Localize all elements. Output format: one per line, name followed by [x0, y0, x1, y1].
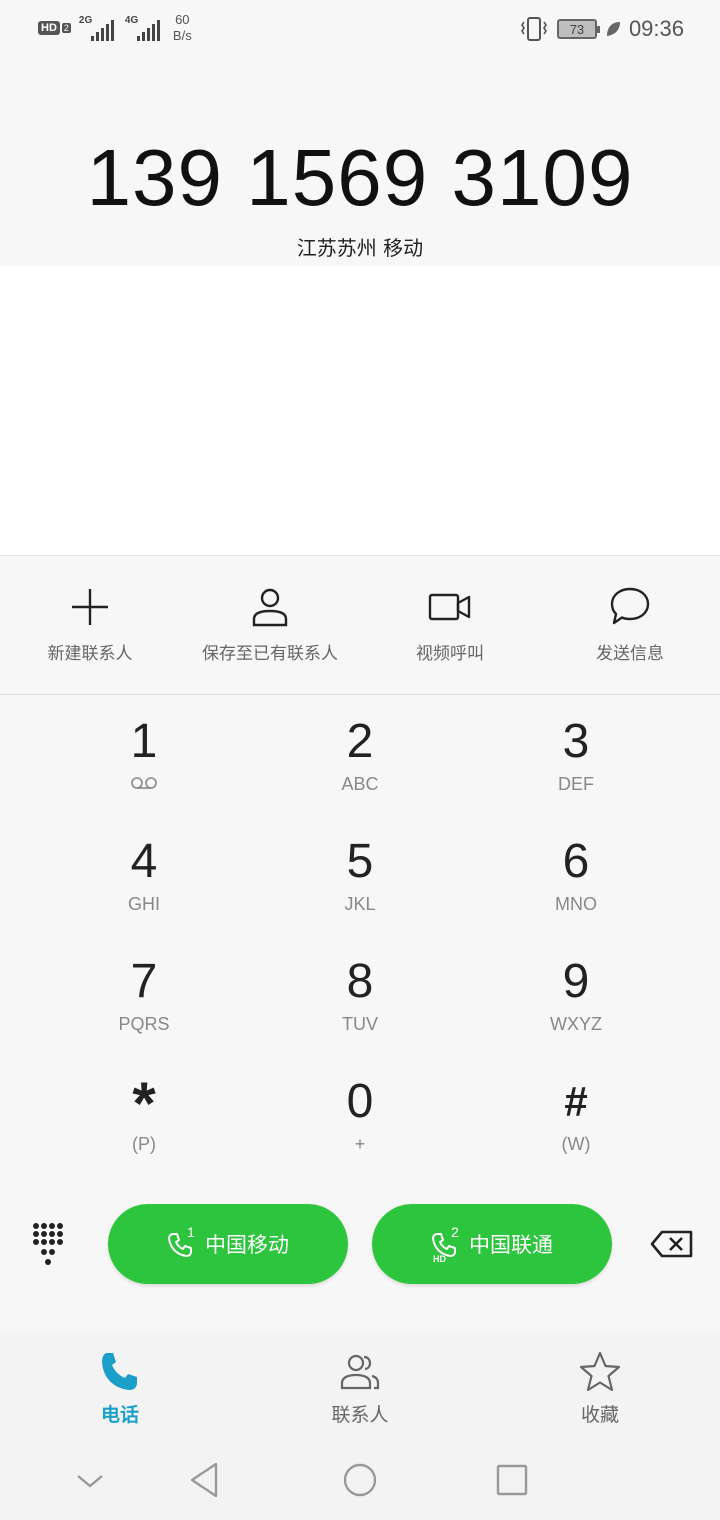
status-bar: HD 2 2G 4G 60 B/s 73 09:36 — [0, 0, 720, 64]
star-icon — [579, 1351, 621, 1392]
recents-icon[interactable] — [490, 1458, 534, 1502]
dialpad-toggle-icon[interactable] — [32, 1222, 64, 1266]
video-icon — [428, 593, 471, 621]
phone-icon — [102, 1353, 137, 1390]
key-letters: (P) — [132, 1134, 156, 1154]
network-speed: 60 B/s — [173, 12, 192, 44]
key-digit: # — [564, 1078, 588, 1125]
key-hash[interactable]: # (W) — [468, 1056, 684, 1176]
video-call-label: 视频呼叫 — [416, 644, 484, 664]
call-sim2-label: 中国联通 — [469, 1233, 553, 1257]
sim2-hd-label: HD — [433, 1254, 446, 1264]
hd-sim-number: 2 — [61, 23, 71, 33]
message-icon — [610, 587, 650, 625]
quick-actions: 新建联系人 保存至已有联系人 视频呼叫 发送信息 — [0, 557, 720, 695]
network-speed-unit: B/s — [172, 28, 192, 43]
key-letters: WXYZ — [550, 1014, 602, 1034]
hd-label: HD — [38, 21, 60, 35]
backspace-icon[interactable] — [650, 1230, 694, 1258]
tab-phone-label: 电话 — [100, 1404, 139, 1426]
key-2[interactable]: 2 ABC — [252, 696, 468, 816]
key-digit: 9 — [562, 955, 590, 1008]
number-display: 139 1569 3109 江苏苏州 移动 — [0, 64, 720, 266]
save-to-existing-contact-button[interactable]: 保存至已有联系人 — [180, 557, 360, 695]
key-8[interactable]: 8 TUV — [252, 936, 468, 1056]
key-4[interactable]: 4 GHI — [36, 816, 252, 936]
tab-phone[interactable]: 电话 — [0, 1332, 240, 1444]
back-icon[interactable] — [184, 1458, 228, 1502]
status-bar-left: HD 2 2G 4G 60 B/s — [38, 12, 192, 44]
key-digit: 7 — [130, 955, 158, 1008]
call-sim2-button[interactable]: 2 HD 中国联通 — [372, 1204, 612, 1284]
sim2-index: 2 — [451, 1224, 459, 1240]
key-star[interactable]: * (P) — [36, 1056, 252, 1176]
person-icon — [252, 588, 288, 627]
key-digit: 1 — [130, 715, 158, 768]
chevron-down-icon[interactable] — [68, 1458, 112, 1502]
call-sim2-icon: 2 HD — [431, 1224, 465, 1264]
call-sim1-label: 中国移动 — [205, 1233, 289, 1257]
key-digit: 4 — [130, 835, 158, 888]
key-letters: JKL — [344, 894, 376, 914]
suggestions-area — [0, 266, 720, 556]
home-icon[interactable] — [338, 1458, 382, 1502]
key-digit: 3 — [562, 715, 590, 768]
dialed-number[interactable]: 139 1569 3109 — [0, 132, 720, 224]
tab-contacts-label: 联系人 — [331, 1404, 389, 1426]
tab-contacts[interactable]: 联系人 — [240, 1332, 480, 1444]
dial-keypad: 1 2 ABC 3 DEF 4 GHI 5 JKL 6 MNO 7 PQRS 8… — [0, 696, 720, 1176]
call-sim1-button[interactable]: 1 中国移动 — [108, 1204, 348, 1284]
battery-icon: 73 — [556, 19, 600, 39]
new-contact-label: 新建联系人 — [47, 644, 133, 664]
status-clock: 09:36 — [628, 16, 684, 41]
status-bar-right: 73 09:36 — [519, 16, 684, 42]
new-contact-button[interactable]: 新建联系人 — [0, 557, 180, 695]
tab-favorites[interactable]: 收藏 — [480, 1332, 720, 1444]
key-0[interactable]: 0 + — [252, 1056, 468, 1176]
key-9[interactable]: 9 WXYZ — [468, 936, 684, 1056]
call-row: 1 中国移动 2 HD 中国联通 — [0, 1176, 720, 1332]
voicemail-icon — [131, 777, 157, 789]
key-digit: 2 — [346, 715, 374, 768]
key-letters: TUV — [342, 1014, 378, 1034]
key-digit: 5 — [346, 835, 374, 888]
vibrate-icon — [520, 17, 547, 41]
send-message-label: 发送信息 — [596, 644, 664, 664]
key-digit: 8 — [346, 955, 374, 1008]
key-1[interactable]: 1 — [36, 696, 252, 816]
sim2-signal-icon: 4G — [125, 13, 163, 43]
save-to-existing-label: 保存至已有联系人 — [202, 644, 338, 664]
key-6[interactable]: 6 MNO — [468, 816, 684, 936]
key-letters: (W) — [561, 1134, 591, 1154]
network-speed-value: 60 — [175, 12, 190, 27]
bottom-tab-bar: 电话 联系人 收藏 — [0, 1332, 720, 1444]
key-letters: ABC — [341, 774, 379, 794]
send-message-button[interactable]: 发送信息 — [540, 557, 720, 695]
sim1-index: 1 — [187, 1224, 195, 1240]
leaf-icon — [606, 22, 620, 36]
number-location: 江苏苏州 移动 — [296, 236, 424, 260]
key-letters: GHI — [127, 894, 160, 914]
call-sim1-icon: 1 — [167, 1224, 201, 1264]
contacts-icon — [340, 1354, 380, 1390]
key-7[interactable]: 7 PQRS — [36, 936, 252, 1056]
add-icon — [72, 589, 108, 625]
key-digit: * — [132, 1070, 156, 1137]
key-5[interactable]: 5 JKL — [252, 816, 468, 936]
key-digit: 0 — [346, 1075, 374, 1128]
key-letters: MNO — [555, 894, 597, 914]
system-nav-bar — [0, 1444, 720, 1520]
key-letters: PQRS — [118, 1014, 170, 1034]
tab-favorites-label: 收藏 — [580, 1404, 619, 1426]
key-letters: + — [354, 1134, 366, 1154]
key-3[interactable]: 3 DEF — [468, 696, 684, 816]
sim1-signal-icon: 2G — [79, 13, 117, 43]
key-digit: 6 — [562, 835, 590, 888]
video-call-button[interactable]: 视频呼叫 — [360, 557, 540, 695]
battery-level: 73 — [569, 21, 585, 37]
hd-voice-badge: HD 2 — [38, 21, 71, 35]
key-letters: DEF — [558, 774, 594, 794]
